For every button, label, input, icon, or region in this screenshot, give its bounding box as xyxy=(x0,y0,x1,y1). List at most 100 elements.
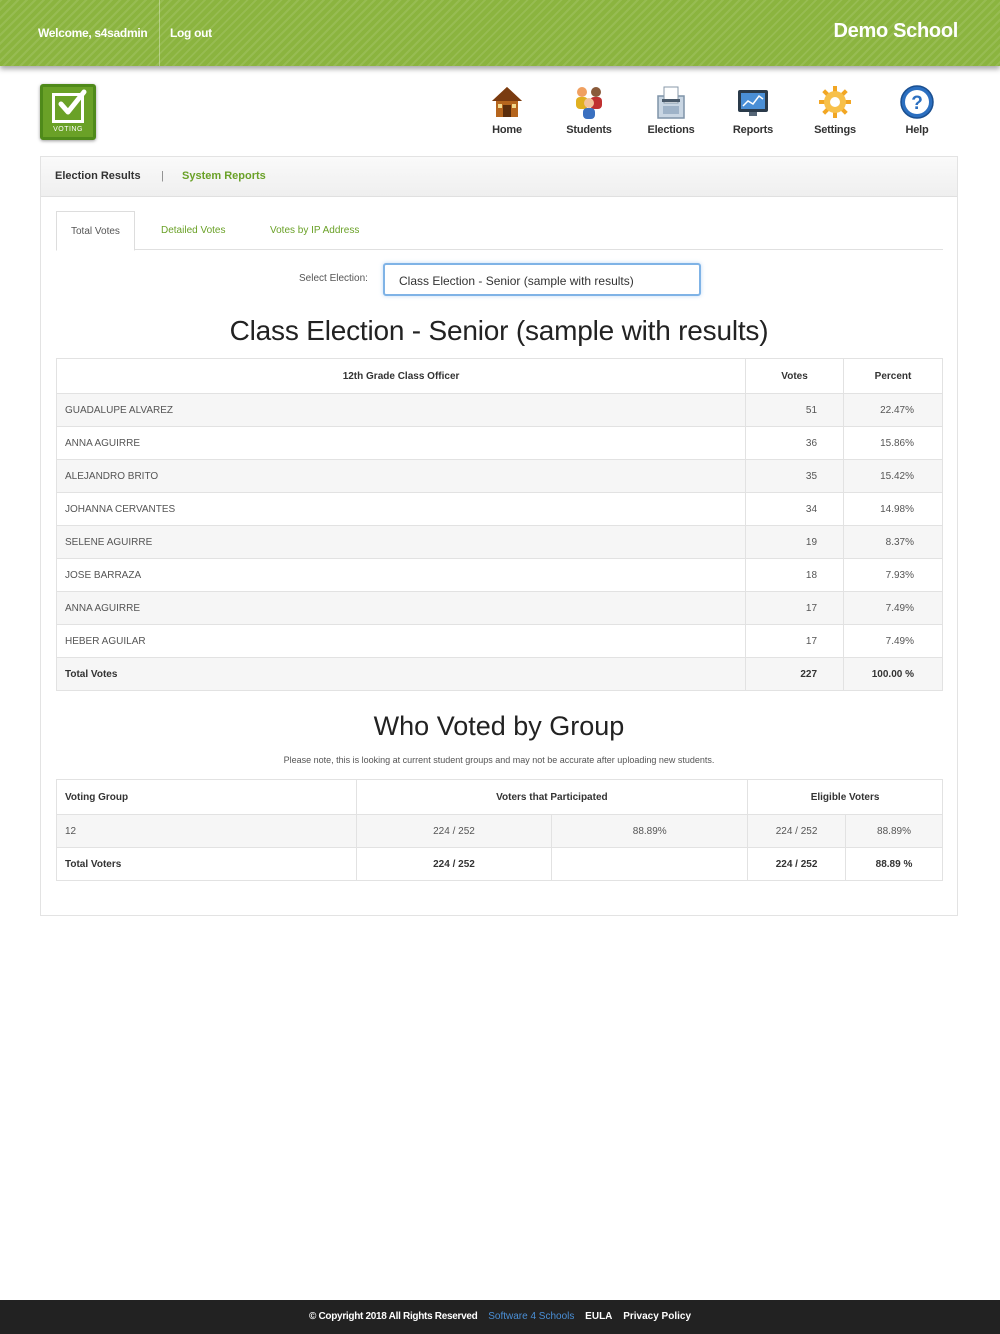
help-icon: ? xyxy=(900,85,934,119)
groups-note: Please note, this is looking at current … xyxy=(283,755,715,765)
nav-students[interactable]: Students xyxy=(549,84,629,136)
table-row: SELENE AGUIRRE 19 8.37% xyxy=(55,525,943,559)
results-panel: Election Results | System Reports Total … xyxy=(40,156,958,916)
groups-table: Voting Group Voters that Participated El… xyxy=(56,779,943,881)
table-row: JOHANNA CERVANTES 34 14.98% xyxy=(55,492,943,526)
table-row: ANNA AGUIRRE 36 15.86% xyxy=(55,426,943,460)
house-icon xyxy=(492,87,522,117)
total-votes-count: 227 xyxy=(745,657,845,691)
candidate-name: ALEJANDRO BRITO xyxy=(55,459,747,493)
nav-elections[interactable]: Elections xyxy=(631,84,711,136)
groups-header-row: Voting Group Voters that Participated El… xyxy=(56,779,943,815)
footer-privacy-link[interactable]: Privacy Policy xyxy=(623,1311,691,1322)
candidate-name: JOSE BARRAZA xyxy=(55,558,747,592)
nav-label-reports: Reports xyxy=(732,124,774,136)
nav-home[interactable]: Home xyxy=(467,84,547,136)
candidate-percent: 15.42% xyxy=(843,459,943,493)
nav-label-help: Help xyxy=(905,124,929,136)
candidate-percent: 14.98% xyxy=(843,492,943,526)
nav-label-settings: Settings xyxy=(814,124,856,136)
groups-title: Who Voted by Group xyxy=(373,711,625,741)
election-select[interactable]: Class Election - Senior (sample with res… xyxy=(383,263,701,296)
total-participated-percent xyxy=(551,847,749,881)
logout-link[interactable]: Log out xyxy=(170,26,212,40)
top-bar: Welcome, s4sadmin Log out Demo School xyxy=(0,0,1000,66)
candidate-percent: 8.37% xyxy=(843,525,943,559)
candidate-percent: 22.47% xyxy=(843,393,943,427)
total-votes-row: Total Votes 227 100.00 % xyxy=(55,657,943,691)
election-title: Class Election - Senior (sample with res… xyxy=(229,315,769,346)
total-eligible-percent: 88.89 % xyxy=(845,847,943,881)
tab-total-votes[interactable]: Total Votes xyxy=(56,211,135,251)
candidate-votes: 51 xyxy=(745,393,845,427)
results-table: 12th Grade Class Officer Votes Percent G… xyxy=(55,358,943,691)
sub-navigation: Election Results | System Reports xyxy=(41,157,957,197)
nav-reports[interactable]: Reports xyxy=(713,84,793,136)
ballot-box-icon xyxy=(657,86,685,119)
footer: © Copyright 2018 All Rights Reserved Sof… xyxy=(0,1300,1000,1334)
election-select-row: Select Election: Class Election - Senior… xyxy=(41,263,957,297)
report-tabs: Total Votes Detailed Votes Votes by IP A… xyxy=(56,211,943,251)
total-votes-label: Total Votes xyxy=(55,657,747,691)
candidate-name: HEBER AGUILAR xyxy=(55,624,747,658)
total-voters-label: Total Voters xyxy=(56,847,357,881)
candidate-percent: 7.49% xyxy=(843,591,943,625)
candidate-percent: 7.93% xyxy=(843,558,943,592)
table-row: GUADALUPE ALVAREZ 51 22.47% xyxy=(55,393,943,427)
group-participated: 224 / 252 xyxy=(355,814,553,848)
nav-label-students: Students xyxy=(566,124,612,136)
subnav-system-reports[interactable]: System Reports xyxy=(182,170,266,182)
candidate-votes: 35 xyxy=(745,459,845,493)
header-votes: Votes xyxy=(745,358,845,394)
select-election-label: Select Election: xyxy=(299,273,368,284)
candidate-votes: 36 xyxy=(745,426,845,460)
header-voters-participated: Voters that Participated xyxy=(355,779,749,815)
nav-label-home: Home xyxy=(492,124,522,136)
table-row: HEBER AGUILAR 17 7.49% xyxy=(55,624,943,658)
tab-detailed-votes[interactable]: Detailed Votes xyxy=(147,211,240,250)
students-icon xyxy=(576,87,602,119)
candidate-name: SELENE AGUIRRE xyxy=(55,525,747,559)
candidate-percent: 15.86% xyxy=(843,426,943,460)
nav-help[interactable]: ? Help xyxy=(877,84,957,136)
candidate-votes: 17 xyxy=(745,591,845,625)
subnav-election-results[interactable]: Election Results xyxy=(55,170,141,182)
header-eligible-voters: Eligible Voters xyxy=(747,779,943,815)
candidate-name: JOHANNA CERVANTES xyxy=(55,492,747,526)
logo-caption: VOTING xyxy=(53,126,83,133)
checkmark-icon xyxy=(58,89,87,115)
footer-copyright: © Copyright 2018 All Rights Reserved xyxy=(308,1311,478,1322)
candidate-votes: 18 xyxy=(745,558,845,592)
header-voting-group: Voting Group xyxy=(56,779,357,815)
candidate-name: ANNA AGUIRRE xyxy=(55,426,747,460)
welcome-text: Welcome, s4sadmin xyxy=(38,26,148,40)
candidate-votes: 19 xyxy=(745,525,845,559)
table-row: ALEJANDRO BRITO 35 15.42% xyxy=(55,459,943,493)
header-position: 12th Grade Class Officer xyxy=(55,358,747,394)
monitor-icon xyxy=(738,90,768,116)
tab-votes-by-ip[interactable]: Votes by IP Address xyxy=(256,211,373,250)
total-eligible: 224 / 252 xyxy=(747,847,847,881)
total-votes-percent: 100.00 % xyxy=(843,657,943,691)
group-participated-percent: 88.89% xyxy=(551,814,749,848)
table-row: JOSE BARRAZA 18 7.93% xyxy=(55,558,943,592)
nav-settings[interactable]: Settings xyxy=(795,84,875,136)
group-name: 12 xyxy=(56,814,357,848)
table-row: 12 224 / 252 88.89% 224 / 252 88.89% xyxy=(56,814,943,848)
total-participated: 224 / 252 xyxy=(355,847,553,881)
group-eligible-percent: 88.89% xyxy=(845,814,943,848)
table-row: ANNA AGUIRRE 17 7.49% xyxy=(55,591,943,625)
gear-icon xyxy=(819,86,851,118)
candidate-votes: 34 xyxy=(745,492,845,526)
svg-text:?: ? xyxy=(911,93,923,114)
school-name: Demo School xyxy=(833,20,959,42)
topbar-divider xyxy=(159,0,160,66)
footer-company-link[interactable]: Software 4 Schools xyxy=(488,1311,574,1322)
candidate-name: ANNA AGUIRRE xyxy=(55,591,747,625)
voting-logo[interactable]: VOTING xyxy=(40,84,96,140)
header-percent: Percent xyxy=(843,358,943,394)
footer-eula-link[interactable]: EULA xyxy=(585,1311,612,1322)
group-eligible: 224 / 252 xyxy=(747,814,847,848)
candidate-percent: 7.49% xyxy=(843,624,943,658)
results-header-row: 12th Grade Class Officer Votes Percent xyxy=(55,358,943,394)
